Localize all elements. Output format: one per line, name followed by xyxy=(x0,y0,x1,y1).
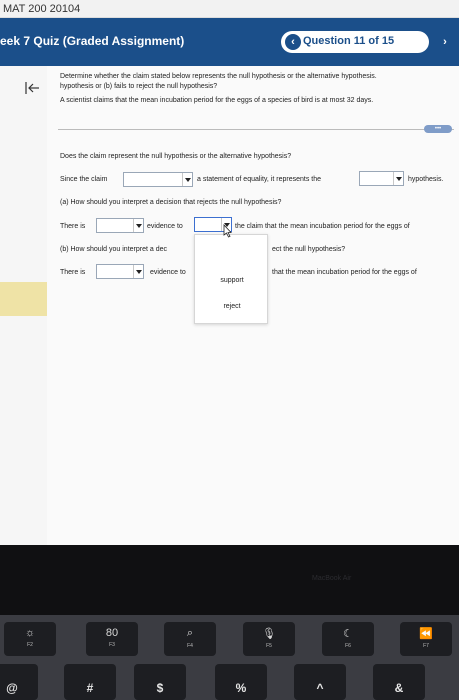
part-b-question-right: ect the null hypothesis? xyxy=(272,246,346,253)
question-null-or-alt: Does the claim represent the null hypoth… xyxy=(60,153,292,160)
previous-question-button[interactable]: ‹ xyxy=(285,34,301,50)
brightness-icon: ☼ xyxy=(24,627,36,639)
f5-key[interactable]: 🎙 F5 xyxy=(243,622,295,656)
key-caret[interactable]: ^ xyxy=(294,664,346,700)
question-prompt: Determine whether the claim stated below… xyxy=(60,72,459,110)
claim-equality-dropdown[interactable] xyxy=(123,172,193,187)
evidence-amount-dropdown-b[interactable] xyxy=(96,264,144,279)
more-options-button[interactable]: ••• xyxy=(424,125,452,133)
hypothesis-suffix: hypothesis. xyxy=(408,176,444,183)
menu-option-reject[interactable]: reject xyxy=(195,303,269,310)
menu-option-support[interactable]: support xyxy=(195,277,269,284)
search-icon: ⌕ xyxy=(186,627,194,639)
f4-key[interactable]: ⌕ F4 xyxy=(164,622,216,656)
chevron-down-icon xyxy=(133,219,143,232)
sidebar-highlight xyxy=(0,282,47,316)
bezel-label: MacBook Air xyxy=(312,575,352,582)
key-percent[interactable]: % xyxy=(215,664,267,700)
f2-key[interactable]: ☼ F2 xyxy=(4,622,56,656)
evidence-to-label-b: evidence to xyxy=(150,269,186,276)
key-hash[interactable]: # xyxy=(64,664,116,700)
chevron-down-icon xyxy=(182,173,192,186)
moon-icon: ☾ xyxy=(343,628,353,640)
evidence-amount-dropdown-a[interactable] xyxy=(96,218,144,233)
mouse-cursor-icon xyxy=(223,224,232,238)
quiz-header: eek 7 Quiz (Graded Assignment) ‹ Questio… xyxy=(0,18,459,66)
since-claim-label: Since the claim xyxy=(60,176,108,183)
left-sidebar xyxy=(0,66,47,545)
evidence-to-label-a: evidence to xyxy=(147,223,183,230)
claim-statement: A scientist claims that the mean incubat… xyxy=(60,97,374,104)
part-a-question: (a) How should you interpret a decision … xyxy=(60,199,282,206)
collapse-panel-icon[interactable] xyxy=(24,81,40,95)
browser-screen: MAT 200 20104 eek 7 Quiz (Graded Assignm… xyxy=(0,0,459,545)
rewind-icon: ⏪ xyxy=(419,628,433,640)
microphone-icon: 🎙 xyxy=(262,628,276,640)
f7-key[interactable]: ⏪ F7 xyxy=(400,622,452,656)
prompt-line-1: Determine whether the claim stated below… xyxy=(60,73,377,80)
equality-statement-label: a statement of equality, it represents t… xyxy=(197,176,321,183)
chevron-down-icon xyxy=(133,265,143,278)
section-divider xyxy=(58,129,454,130)
key-ampersand[interactable]: & xyxy=(373,664,425,700)
f3-key[interactable]: 80 F3 xyxy=(86,622,138,656)
part-b-question-left: (b) How should you interpret a dec xyxy=(60,246,167,253)
course-title: MAT 200 20104 xyxy=(3,3,81,15)
dropdown-menu: support reject xyxy=(194,234,268,324)
there-is-label-a: There is xyxy=(60,223,86,230)
key-at[interactable]: @ xyxy=(0,664,38,700)
question-navigator: ‹ Question 11 of 15 › xyxy=(281,31,447,53)
laptop-bezel: MacBook Air xyxy=(0,545,459,615)
hypothesis-type-dropdown[interactable] xyxy=(359,171,404,186)
prompt-line-2: hypothesis or (b) fails to reject the nu… xyxy=(60,83,218,90)
part-a-claim-text: the claim that the mean incubation perio… xyxy=(235,223,410,230)
quiz-title: eek 7 Quiz (Graded Assignment) xyxy=(0,34,185,48)
chevron-down-icon xyxy=(393,172,403,185)
course-tab-bar: MAT 200 20104 xyxy=(0,0,459,18)
next-question-button[interactable]: › xyxy=(437,34,453,50)
f6-key[interactable]: ☾ F6 xyxy=(322,622,374,656)
question-counter: Question 11 of 15 xyxy=(303,35,395,47)
key-dollar[interactable]: $ xyxy=(134,664,186,700)
mission-control-icon: 80 xyxy=(105,627,119,639)
there-is-label-b: There is xyxy=(60,269,86,276)
part-b-claim-text: that the mean incubation period for the … xyxy=(272,269,417,276)
